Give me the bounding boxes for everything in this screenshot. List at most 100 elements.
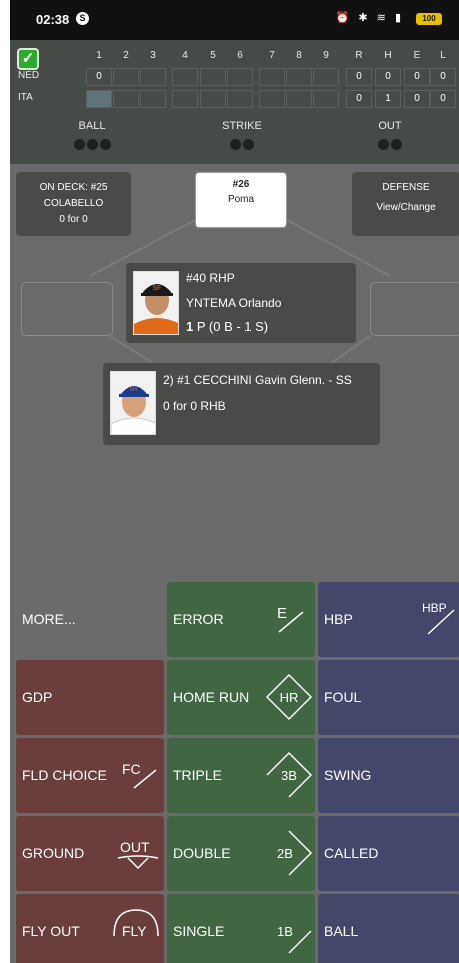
home-run-label: HOME RUN (173, 689, 250, 705)
fly-out-label: FLY OUT (22, 923, 80, 939)
svg-text:HR: HR (280, 690, 299, 705)
ball-label-button: BALL (324, 923, 359, 939)
pitcher-photo: SF (133, 271, 179, 335)
inning-score-cell (259, 68, 285, 86)
battery-icon: 100 (416, 13, 442, 25)
ball-button[interactable]: BALL (318, 894, 459, 963)
foul-button[interactable]: FOUL (318, 660, 459, 735)
double-icon: 2B (277, 830, 313, 876)
ground-out-icon: OUT (117, 839, 159, 870)
inning-score-cell (313, 90, 339, 108)
total-header: H (384, 50, 392, 61)
single-icon: 1B (277, 924, 312, 954)
field-area: ON DECK: #25 COLABELLO 0 for 0 #26 Poma … (10, 164, 459, 582)
inning-header: 6 (237, 50, 243, 61)
runner-name: Poma (227, 194, 255, 205)
foul-label: FOUL (324, 689, 362, 705)
total-score-cell: 0 (430, 68, 456, 86)
count-dot (378, 139, 389, 150)
hbp-button[interactable]: HBP HBP (318, 582, 459, 657)
defense-button[interactable]: DEFENSE View/Change (352, 172, 459, 236)
fld-choice-button[interactable]: FLD CHOICE FC (16, 738, 164, 813)
gdp-label: GDP (22, 689, 53, 705)
notification-icon: S (76, 12, 89, 25)
hbp-icon: HBP (422, 601, 455, 635)
double-label: DOUBLE (173, 845, 231, 861)
inning-score-cell (286, 90, 312, 108)
status-time: 02:38 (36, 12, 70, 27)
count-dot (230, 139, 241, 150)
inning-header: 8 (296, 50, 302, 61)
ground-button[interactable]: GROUND OUT (16, 816, 164, 891)
checkmark-icon[interactable]: ✓ (17, 48, 39, 70)
batter-photo: NY (110, 371, 156, 435)
on-deck-stats: 0 for 0 (59, 214, 88, 225)
system-icons: ⏰ ✱ ≋ ▮ (335, 12, 404, 24)
svg-text:HBP: HBP (422, 601, 447, 615)
inning-score-cell: 0 (86, 68, 112, 86)
double-button[interactable]: DOUBLE 2B (167, 816, 315, 891)
inning-score-cell (227, 68, 253, 86)
count-dot (243, 139, 254, 150)
swing-label: SWING (324, 767, 372, 783)
svg-text:FLY: FLY (122, 923, 147, 939)
pitcher-card[interactable]: SF #40 RHP YNTEMA Orlando 1 P (0 B - 1 S… (126, 263, 356, 343)
total-header: L (440, 50, 446, 61)
count-dot (86, 139, 98, 150)
single-button[interactable]: SINGLE 1B (167, 894, 315, 963)
more-button[interactable]: MORE... (16, 582, 164, 657)
fly-out-icon: FLY (113, 909, 159, 939)
svg-text:E: E (277, 605, 287, 622)
first-base-box[interactable] (370, 282, 459, 336)
inning-header: 4 (182, 50, 188, 61)
team-name: ITA (18, 92, 33, 103)
total-score-cell: 0 (375, 68, 401, 86)
more-label: MORE... (22, 611, 76, 627)
svg-text:OUT: OUT (120, 839, 150, 855)
total-score-cell: 0 (346, 68, 372, 86)
inning-score-cell (86, 90, 112, 108)
triple-icon: 3B (266, 751, 313, 798)
on-deck-name: COLABELLO (43, 198, 104, 209)
runner-number: #26 (232, 179, 250, 190)
triple-button[interactable]: TRIPLE 3B (167, 738, 315, 813)
scoreboard: ✓ 1 2 3 4 5 6 7 8 9 R H E L NED 0 0 0 0 0 ITA 0 1 0 0 BALL STRI… (10, 40, 459, 164)
svg-text:2B: 2B (277, 846, 293, 861)
third-base-box[interactable] (21, 282, 113, 336)
gdp-button[interactable]: GDP (16, 660, 164, 735)
on-deck-panel[interactable]: ON DECK: #25 COLABELLO 0 for 0 (16, 172, 131, 236)
error-button[interactable]: ERROR E (167, 582, 315, 657)
called-button[interactable]: CALLED (318, 816, 459, 891)
svg-text:1B: 1B (277, 924, 293, 939)
pitch-count-detail: P (0 B - 1 S) (193, 319, 269, 334)
svg-text:SF: SF (153, 285, 162, 292)
inning-header: 7 (269, 50, 275, 61)
swing-button[interactable]: SWING (318, 738, 459, 813)
strike-count-dots (202, 139, 282, 151)
out-label: OUT (378, 120, 402, 132)
inning-header: 2 (123, 50, 129, 61)
fly-out-button[interactable]: FLY OUT FLY (16, 894, 164, 963)
svg-text:NY: NY (130, 387, 138, 393)
batter-name: 2) #1 CECCHINI Gavin Glenn. - SS (163, 373, 352, 387)
error-icon: E (277, 605, 304, 633)
inning-score-cell (313, 68, 339, 86)
app-screen: 02:38 S ⏰ ✱ ≋ ▮ 100 ✓ 1 2 3 4 5 6 7 8 9 R H E L NED 0 0… (10, 0, 459, 963)
out-count-dots (350, 139, 430, 151)
inning-score-cell (200, 68, 226, 86)
total-score-cell: 0 (404, 90, 430, 108)
defense-sublabel: View/Change (376, 202, 436, 213)
inning-score-cell (172, 90, 198, 108)
fc-icon: FC (122, 761, 157, 789)
home-run-button[interactable]: HOME RUN HR (167, 660, 315, 735)
single-label: SINGLE (173, 923, 225, 939)
batter-card[interactable]: NY 2) #1 CECCHINI Gavin Glenn. - SS 0 fo… (103, 363, 380, 445)
second-base-runner[interactable]: #26 Poma (195, 172, 287, 228)
status-bar: 02:38 S ⏰ ✱ ≋ ▮ 100 (10, 0, 459, 40)
batter-stats: 0 for 0 RHB (163, 399, 226, 413)
home-run-icon: HR (265, 673, 313, 721)
inning-score-cell (200, 90, 226, 108)
total-header: E (413, 50, 421, 61)
inning-header: 1 (96, 50, 102, 61)
called-label: CALLED (324, 845, 379, 861)
